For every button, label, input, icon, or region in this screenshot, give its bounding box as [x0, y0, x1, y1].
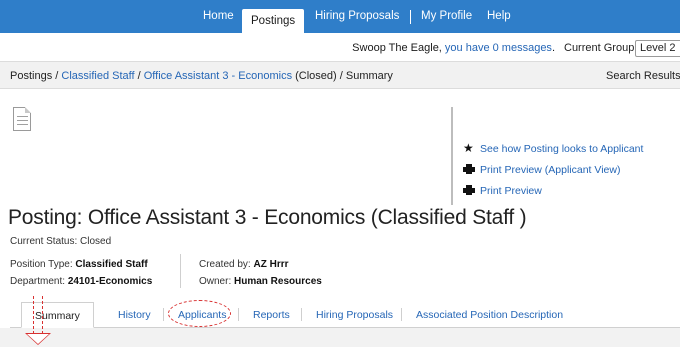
- print-preview-applicant-link[interactable]: Print Preview (Applicant View): [463, 164, 620, 176]
- department-value: 24101-Economics: [67, 276, 153, 287]
- page-title: Posting: Office Assistant 3 - Economics …: [8, 206, 527, 229]
- action-panel-divider: [451, 107, 453, 205]
- tab-content-area: [0, 328, 680, 347]
- department-label: Department:: [10, 276, 68, 287]
- tab-separator: [401, 308, 402, 321]
- position-type: Position Type: Classified Staff: [10, 259, 148, 270]
- print-preview-label: Print Preview: [480, 185, 542, 197]
- breadcrumb: Postings / Classified Staff / Office Ass…: [10, 70, 393, 82]
- search-results-label: Search Results:: [606, 70, 680, 82]
- tab-history[interactable]: History: [118, 309, 151, 321]
- printer-icon: [463, 185, 475, 195]
- document-icon: [13, 107, 31, 131]
- tab-hiring-proposals[interactable]: Hiring Proposals: [316, 309, 393, 321]
- tabs-baseline: [10, 327, 680, 328]
- greeting-text: Swoop The Eagle,: [352, 42, 445, 54]
- tab-separator: [301, 308, 302, 321]
- meta-divider: [180, 254, 181, 288]
- breadcrumb-summary: Summary: [345, 70, 393, 82]
- position-type-label: Position Type:: [10, 259, 76, 270]
- breadcrumb-separator: /: [134, 70, 144, 82]
- top-nav: Home Postings Hiring Proposals My Profil…: [0, 0, 680, 33]
- print-preview-applicant-label: Print Preview (Applicant View): [480, 164, 621, 176]
- printer-icon: [463, 164, 475, 174]
- owner-value: Human Resources: [234, 276, 322, 287]
- breadcrumb-separator: /: [52, 70, 62, 82]
- current-group-label: Current Group:: [564, 42, 638, 54]
- user-bar: Swoop The Eagle, you have 0 messages. Cu…: [0, 33, 680, 61]
- see-how-posting-link[interactable]: ★ See how Posting looks to Applicant: [463, 141, 643, 155]
- department: Department: 24101-Economics: [10, 276, 152, 287]
- created-by: Created by: AZ Hrrr: [199, 259, 289, 270]
- nav-home[interactable]: Home: [194, 0, 243, 33]
- breadcrumb-separator: /: [336, 70, 346, 82]
- owner: Owner: Human Resources: [199, 276, 322, 287]
- annotation-circle: [168, 300, 231, 327]
- messages-link[interactable]: you have 0 messages: [445, 42, 552, 54]
- created-by-value: AZ Hrrr: [253, 259, 289, 270]
- nav-help[interactable]: Help: [478, 0, 520, 33]
- print-preview-link[interactable]: Print Preview: [463, 185, 542, 197]
- created-by-label: Created by:: [199, 259, 254, 270]
- tab-associated-position-description[interactable]: Associated Position Description: [416, 309, 563, 321]
- owner-label: Owner:: [199, 276, 235, 287]
- greeting-suffix: .: [551, 42, 555, 54]
- tab-reports[interactable]: Reports: [253, 309, 290, 321]
- nav-my-profile[interactable]: My Profile: [412, 0, 481, 33]
- breadcrumb-classified-staff[interactable]: Classified Staff: [61, 70, 134, 82]
- current-status: Current Status: Closed: [10, 236, 111, 247]
- breadcrumb-bar: Postings / Classified Staff / Office Ass…: [0, 61, 680, 89]
- breadcrumb-postings[interactable]: Postings: [10, 70, 52, 82]
- position-type-value: Classified Staff: [75, 259, 148, 270]
- tab-separator: [163, 308, 164, 321]
- tab-summary[interactable]: Summary: [21, 302, 94, 328]
- annotation-arrow: [33, 296, 43, 334]
- breadcrumb-posting[interactable]: Office Assistant 3 - Economics: [144, 70, 292, 82]
- breadcrumb-posting-status: (Closed): [292, 70, 337, 82]
- see-how-posting-label: See how Posting looks to Applicant: [480, 143, 644, 155]
- annotation-arrow-head: [25, 333, 51, 345]
- nav-hiring-proposals[interactable]: Hiring Proposals: [306, 0, 408, 33]
- nav-separator: [410, 10, 411, 24]
- current-group-select[interactable]: Level 2: [635, 40, 680, 57]
- status-label: Current Status:: [10, 236, 81, 247]
- nav-postings[interactable]: Postings: [242, 9, 305, 33]
- status-value: Closed: [80, 236, 112, 247]
- star-icon: ★: [463, 141, 474, 155]
- tab-separator: [238, 308, 239, 321]
- user-greeting: Swoop The Eagle, you have 0 messages.: [352, 42, 555, 54]
